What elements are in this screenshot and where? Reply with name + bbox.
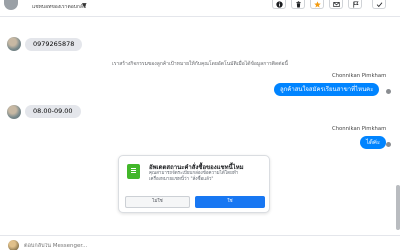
chat-window: แชทบอทของเราตอบกลับ ▼ 0979265878 เราสร้า… [0, 0, 400, 250]
sender-name: Chonnikan Pimkham [332, 73, 387, 79]
message-bubble-outgoing: ลูกค้าสนใจสมัครเรียนสาขาที่ไหนคะ [274, 83, 380, 96]
reply-composer [0, 235, 400, 250]
done-button[interactable] [372, 0, 386, 9]
prompt-description: คุณสามารถจัดระเบียบกล่องข้อความได้โดยทำ … [149, 171, 263, 183]
flag-icon [352, 1, 359, 8]
order-status-prompt: อัพเดตสถานะคำสั่งซื้อของแชทนี้ไหม คุณสาม… [118, 155, 270, 213]
star-icon [313, 0, 321, 8]
page-avatar [8, 240, 19, 250]
contact-avatar[interactable] [7, 37, 21, 51]
contact-avatar[interactable] [7, 105, 21, 119]
chevron-down-icon[interactable]: ▼ [82, 2, 87, 9]
mail-button[interactable] [329, 0, 343, 9]
message-bubble-outgoing: ได้ค่ะ [360, 136, 387, 149]
flag-button[interactable] [348, 0, 362, 9]
conversation-header: แชทบอทของเราตอบกลับ ▼ [0, 0, 400, 17]
contact-avatar[interactable] [4, 0, 18, 10]
delete-button[interactable] [291, 0, 305, 9]
seen-indicator [386, 89, 391, 94]
scrollbar-thumb[interactable] [396, 185, 400, 230]
info-icon [275, 0, 283, 8]
trash-icon [295, 0, 301, 7]
message-bubble-incoming: 08.00-09.00 [25, 105, 81, 118]
no-button[interactable]: ไม่ใช่ [125, 196, 190, 208]
envelope-icon [332, 1, 340, 7]
contact-status-text: แชทบอทของเราตอบกลับ [32, 4, 87, 10]
info-button[interactable] [272, 0, 286, 9]
seen-indicator [386, 142, 391, 147]
system-notice: เราสร้างกิจกรรมของลูกค้าเป้าหมายให้กับคุ… [112, 61, 288, 67]
reply-input[interactable] [24, 243, 324, 249]
checkmark-icon [376, 1, 382, 7]
sender-name: Chonnikan Pimkham [332, 126, 387, 132]
prompt-description-line: เครื่องหมายแชทนี้ว่า "สั่งซื้อแล้ว" [149, 177, 214, 182]
star-button[interactable] [310, 0, 324, 9]
message-bubble-incoming: 0979265878 [25, 38, 83, 51]
order-list-icon [127, 164, 140, 179]
yes-button[interactable]: ใช่ [195, 196, 265, 208]
